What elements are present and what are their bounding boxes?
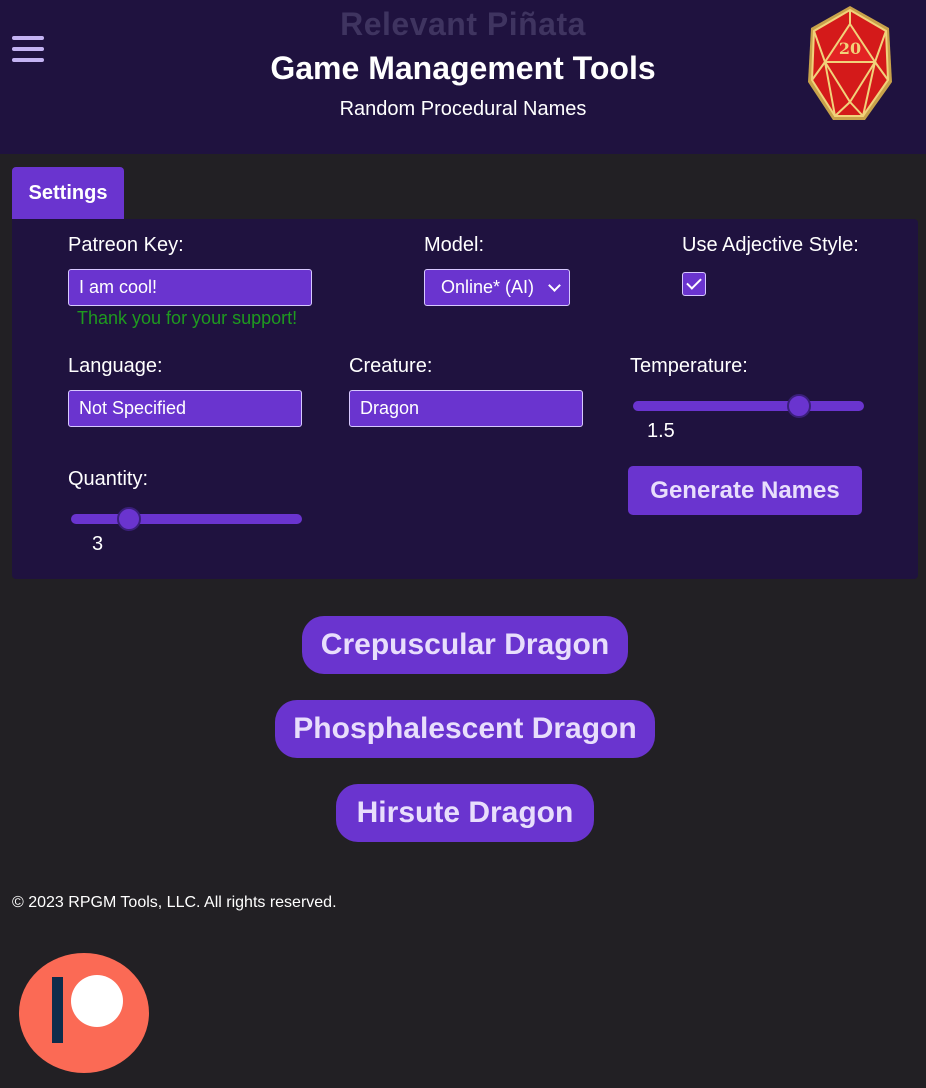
page-subtitle: Random Procedural Names <box>339 98 587 120</box>
language-input[interactable]: Not Specified <box>68 390 302 427</box>
model-select[interactable]: Online* (AI) <box>424 269 570 306</box>
d20-dice-icon: 20 <box>808 6 892 120</box>
page-title: Game Management Tools <box>270 50 656 86</box>
quantity-slider-track <box>71 514 302 524</box>
language-label: Language: <box>68 355 163 377</box>
svg-text:20: 20 <box>839 39 861 58</box>
temperature-value: 1.5 <box>647 420 675 442</box>
temperature-slider[interactable] <box>633 394 864 418</box>
result-name-button[interactable]: Phosphalescent Dragon <box>275 700 655 758</box>
creature-input[interactable]: Dragon <box>349 390 583 427</box>
adjective-style-label: Use Adjective Style: <box>682 234 859 256</box>
generate-names-button[interactable]: Generate Names <box>628 466 862 515</box>
result-name-button[interactable]: Hirsute Dragon <box>336 784 594 842</box>
adjective-style-checkbox[interactable] <box>682 272 706 296</box>
quantity-label: Quantity: <box>68 468 149 490</box>
result-name-button[interactable]: Crepuscular Dragon <box>302 616 628 674</box>
model-label: Model: <box>424 234 485 256</box>
copyright-text: © 2023 RPGM Tools, LLC. All rights reser… <box>12 894 337 911</box>
tab-settings[interactable]: Settings <box>12 167 124 219</box>
app-header: Relevant Piñata Game Management Tools Ra… <box>0 0 926 154</box>
quantity-value: 3 <box>92 533 104 555</box>
creature-label: Creature: <box>349 355 433 377</box>
patreon-key-label: Patreon Key: <box>68 234 184 256</box>
temperature-label: Temperature: <box>630 355 748 377</box>
quantity-slider[interactable] <box>71 507 302 531</box>
brand-name: Relevant Piñata <box>340 6 586 42</box>
chevron-down-icon <box>548 278 561 292</box>
support-message: Thank you for your support! <box>77 308 298 328</box>
model-select-value: Online* (AI) <box>441 277 535 297</box>
temperature-slider-thumb[interactable] <box>787 394 812 418</box>
patreon-key-input[interactable]: I am cool! <box>68 269 312 306</box>
quantity-slider-thumb[interactable] <box>116 507 141 531</box>
temperature-slider-track <box>633 401 864 411</box>
patreon-logo-icon[interactable] <box>19 953 149 1073</box>
